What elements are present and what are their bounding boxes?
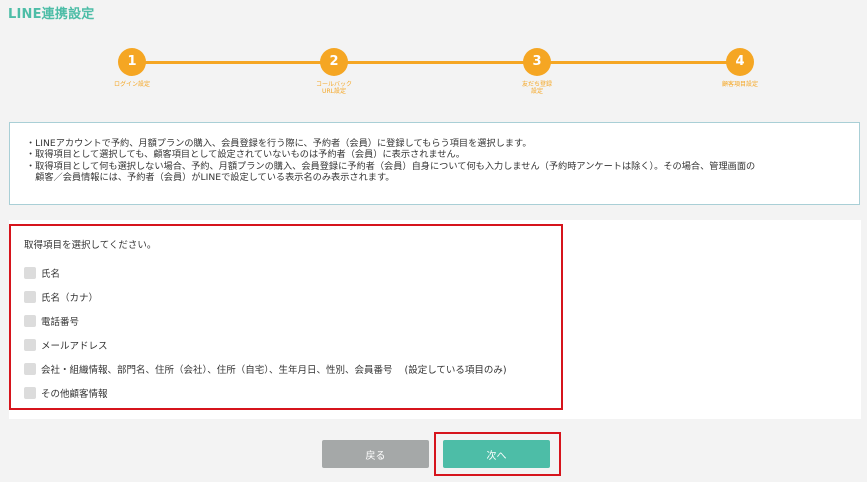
option-label: その他顧客情報	[41, 389, 108, 400]
option-label: 電話番号	[41, 317, 80, 328]
step-4-circle: 4	[726, 48, 754, 76]
checkbox-other-info[interactable]	[24, 387, 36, 399]
step-2-label: コールバック URL設定	[315, 81, 352, 95]
highlight-frame-selection	[9, 224, 563, 410]
step-3-circle: 3	[523, 48, 551, 76]
step-4[interactable]: 4 顧客項目設定	[685, 48, 795, 88]
option-phone[interactable]: 電話番号	[24, 314, 79, 328]
checkbox-name-kana[interactable]	[24, 291, 36, 303]
step-3-label: 友だち登録 設定	[521, 81, 552, 95]
selection-prompt: 取得項目を選択してください。	[24, 240, 157, 251]
info-line: ・取得項目として何も選択しない場合、予約、月額プランの購入、会員登録に予約者（会…	[26, 160, 756, 172]
step-1-circle: 1	[118, 48, 146, 76]
option-email[interactable]: メールアドレス	[24, 338, 108, 352]
option-note: (設定している項目のみ)	[404, 365, 507, 376]
option-label: 氏名（カナ）	[41, 293, 99, 304]
checkbox-company-info[interactable]	[24, 363, 36, 375]
info-line: 顧客／会員情報には、予約者（会員）がLINEで設定している表示名のみ表示されます…	[26, 171, 395, 183]
option-company-info[interactable]: 会社・組織情報、部門名、住所（会社）、住所（自宅）、生年月日、性別、会員番号 (…	[24, 362, 507, 376]
page-title: LINE連携設定	[8, 7, 95, 22]
checkbox-phone[interactable]	[24, 315, 36, 327]
option-label: 会社・組織情報、部門名、住所（会社）、住所（自宅）、生年月日、性別、会員番号	[41, 365, 393, 376]
option-name-kana[interactable]: 氏名（カナ）	[24, 290, 98, 304]
checkbox-name[interactable]	[24, 267, 36, 279]
stepper-line	[132, 61, 740, 64]
step-1[interactable]: 1 ログイン設定	[77, 48, 187, 88]
info-box: ・LINEアカウントで予約、月額プランの購入、会員登録を行う際に、予約者（会員）…	[9, 122, 860, 205]
highlight-frame-next	[434, 432, 561, 476]
step-2-circle: 2	[320, 48, 348, 76]
progress-stepper: 1 ログイン設定 2 コールバック URL設定 3 友だち登録 設定 4 顧客項…	[0, 48, 867, 108]
option-name[interactable]: 氏名	[24, 266, 60, 280]
step-3[interactable]: 3 友だち登録 設定	[482, 48, 592, 95]
option-label: メールアドレス	[41, 341, 108, 352]
option-label: 氏名	[41, 269, 61, 280]
checkbox-email[interactable]	[24, 339, 36, 351]
info-line: ・取得項目として選択しても、顧客項目として設定されていないものは予約者（会員）に…	[26, 149, 465, 161]
info-line: ・LINEアカウントで予約、月額プランの購入、会員登録を行う際に、予約者（会員）…	[26, 138, 532, 149]
back-button[interactable]: 戻る	[322, 440, 429, 468]
option-other-info[interactable]: その他顧客情報	[24, 386, 108, 400]
step-4-label: 顧客項目設定	[721, 81, 758, 88]
step-2[interactable]: 2 コールバック URL設定	[279, 48, 389, 95]
step-1-label: ログイン設定	[113, 81, 150, 88]
